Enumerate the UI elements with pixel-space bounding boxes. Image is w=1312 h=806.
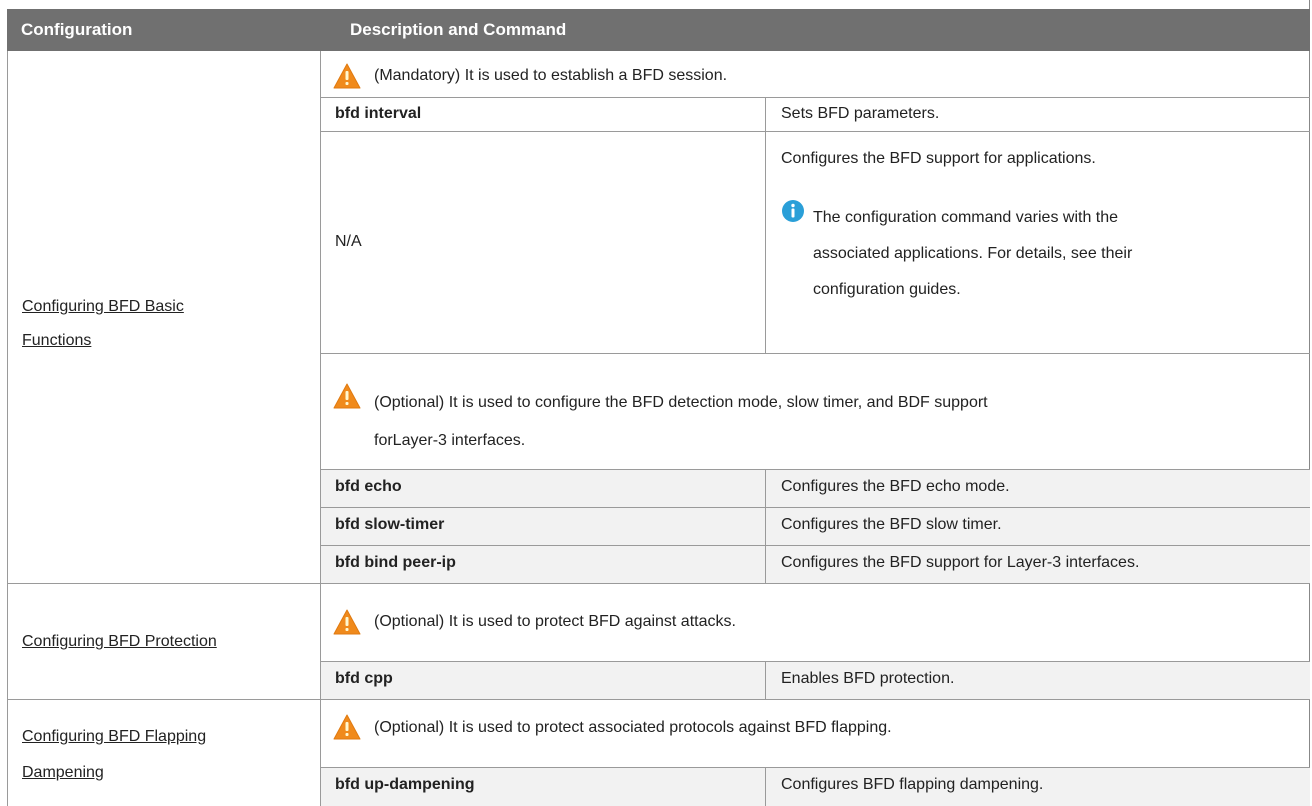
config-link-line[interactable]: Dampening <box>22 764 104 781</box>
warning-icon <box>333 383 361 409</box>
note-optional-protection: (Optional) It is used to protect BFD aga… <box>374 613 736 630</box>
info-note-line: The configuration command varies with th… <box>813 209 1119 226</box>
warning-icon <box>333 609 361 635</box>
info-note: The configuration command varies with th… <box>813 200 1132 308</box>
command-bfd-interval: bfd interval <box>335 105 422 122</box>
note-line: (Optional) It is used to configure the B… <box>374 394 988 411</box>
description-bfd-cpp: Enables BFD protection. <box>781 670 955 687</box>
description-application-support: Configures the BFD support for applicati… <box>781 150 1096 167</box>
grid-line <box>7 699 1310 700</box>
configuration-table: Configuration Description and Command Co… <box>0 0 1310 806</box>
config-link-protection[interactable]: Configuring BFD Protection <box>22 631 217 653</box>
config-link-flapping-dampening[interactable]: Configuring BFD Flapping Dampening <box>22 719 206 791</box>
grid-line <box>765 767 766 806</box>
warning-icon <box>333 63 361 89</box>
warning-icon <box>333 714 361 740</box>
command-bfd-slow-timer: bfd slow-timer <box>335 516 445 533</box>
description-bfd-echo: Configures the BFD echo mode. <box>781 478 1010 495</box>
description-bfd-interval: Sets BFD parameters. <box>781 105 940 122</box>
note-optional-flapping: (Optional) It is used to protect associa… <box>374 719 892 736</box>
note-line: forLayer-3 interfaces. <box>374 432 526 449</box>
header-description-and-command: Description and Command <box>350 20 567 39</box>
config-link-line[interactable]: Functions <box>22 332 91 349</box>
grid-line <box>320 545 1310 546</box>
table-header: Configuration Description and Command <box>7 9 1310 51</box>
note-optional-detection: (Optional) It is used to configure the B… <box>374 384 988 460</box>
command-bfd-echo: bfd echo <box>335 478 402 495</box>
header-configuration: Configuration <box>21 20 133 39</box>
description-bfd-slow-timer: Configures the BFD slow timer. <box>781 516 1002 533</box>
description-bfd-bind-peer-ip: Configures the BFD support for Layer-3 i… <box>781 554 1140 571</box>
command-na: N/A <box>335 233 362 250</box>
config-link-basic-functions[interactable]: Configuring BFD Basic Functions <box>22 290 184 358</box>
grid-line <box>7 51 8 806</box>
info-icon <box>782 200 804 222</box>
grid-line <box>320 353 1310 354</box>
grid-line <box>765 97 766 353</box>
info-note-line: associated applications. For details, se… <box>813 245 1133 262</box>
grid-line <box>765 661 766 699</box>
grid-line <box>320 131 1310 132</box>
command-bfd-bind-peer-ip: bfd bind peer-ip <box>335 554 456 571</box>
description-bfd-up-dampening: Configures BFD flapping dampening. <box>781 776 1044 793</box>
config-link-line[interactable]: Configuring BFD Protection <box>22 633 217 650</box>
command-bfd-cpp: bfd cpp <box>335 670 393 687</box>
grid-line <box>7 583 1310 584</box>
config-link-line[interactable]: Configuring BFD Flapping <box>22 728 206 745</box>
grid-line <box>320 97 1310 98</box>
info-note-line: configuration guides. <box>813 281 961 298</box>
note-mandatory: (Mandatory) It is used to establish a BF… <box>374 67 728 84</box>
grid-line <box>765 469 766 583</box>
grid-line <box>320 507 1310 508</box>
config-link-line[interactable]: Configuring BFD Basic <box>22 298 184 315</box>
command-bfd-up-dampening: bfd up-dampening <box>335 776 475 793</box>
